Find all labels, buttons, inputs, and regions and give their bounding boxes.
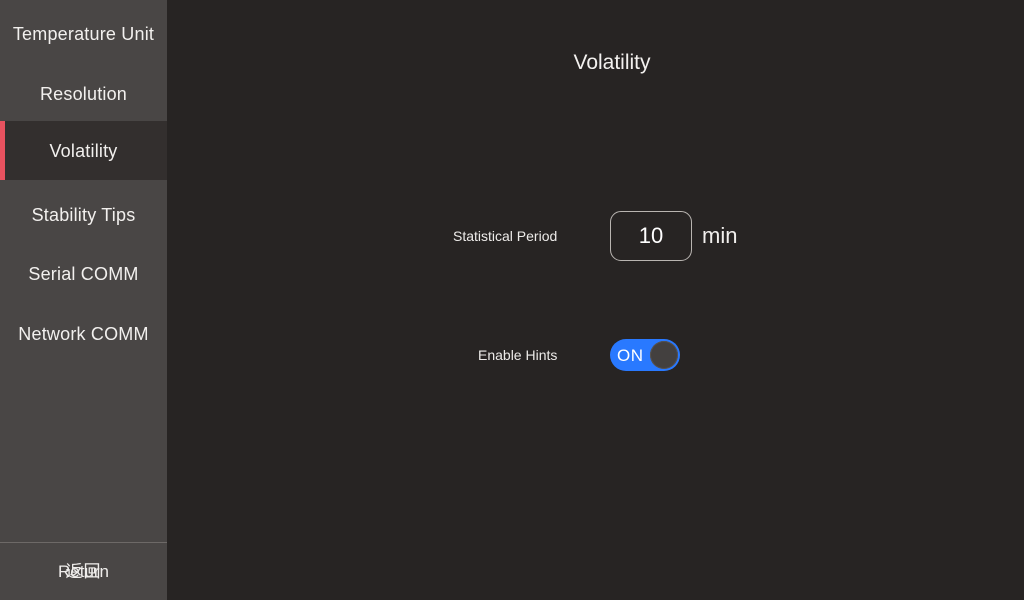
- sidebar-item-label: Temperature Unit: [12, 23, 155, 44]
- main-content: Volatility Statistical Period 10 min Ena…: [167, 0, 1024, 600]
- return-button[interactable]: 返回 Return: [0, 543, 167, 600]
- enable-hints-row: Enable Hints ON: [167, 338, 1024, 372]
- enable-hints-label: Enable Hints: [478, 347, 558, 363]
- sidebar-item-label: Serial COMM: [28, 263, 139, 284]
- sidebar-item-temperature-unit[interactable]: Temperature Unit: [0, 4, 167, 63]
- statistical-period-row: Statistical Period 10 min: [167, 211, 1024, 261]
- toggle-state-label: ON: [617, 345, 644, 365]
- sidebar-item-serial-comm[interactable]: Serial COMM: [0, 244, 167, 303]
- statistical-period-label: Statistical Period: [453, 228, 558, 244]
- sidebar-item-stability-tips[interactable]: Stability Tips: [0, 185, 167, 244]
- settings-window: Temperature Unit Resolution Volatility S…: [0, 0, 1024, 600]
- enable-hints-toggle[interactable]: ON: [610, 339, 680, 371]
- sidebar-item-label: Network COMM: [18, 323, 149, 344]
- toggle-knob[interactable]: [650, 341, 678, 369]
- selection-indicator: [0, 121, 5, 180]
- statistical-period-unit: min: [702, 223, 738, 248]
- return-label-stack: 返回 Return: [34, 560, 134, 584]
- sidebar-item-label: Volatility: [49, 140, 118, 161]
- sidebar-item-label: Stability Tips: [31, 204, 136, 225]
- sidebar-item-resolution[interactable]: Resolution: [0, 64, 167, 123]
- statistical-period-input[interactable]: 10: [610, 211, 692, 261]
- page-title: Volatility: [573, 51, 651, 74]
- sidebar-item-volatility[interactable]: Volatility: [0, 121, 167, 180]
- sidebar-item-label: Resolution: [39, 83, 128, 104]
- sidebar-item-network-comm[interactable]: Network COMM: [0, 304, 167, 363]
- return-label: Return: [57, 561, 110, 581]
- sidebar-nav: Temperature Unit Resolution Volatility S…: [0, 0, 167, 600]
